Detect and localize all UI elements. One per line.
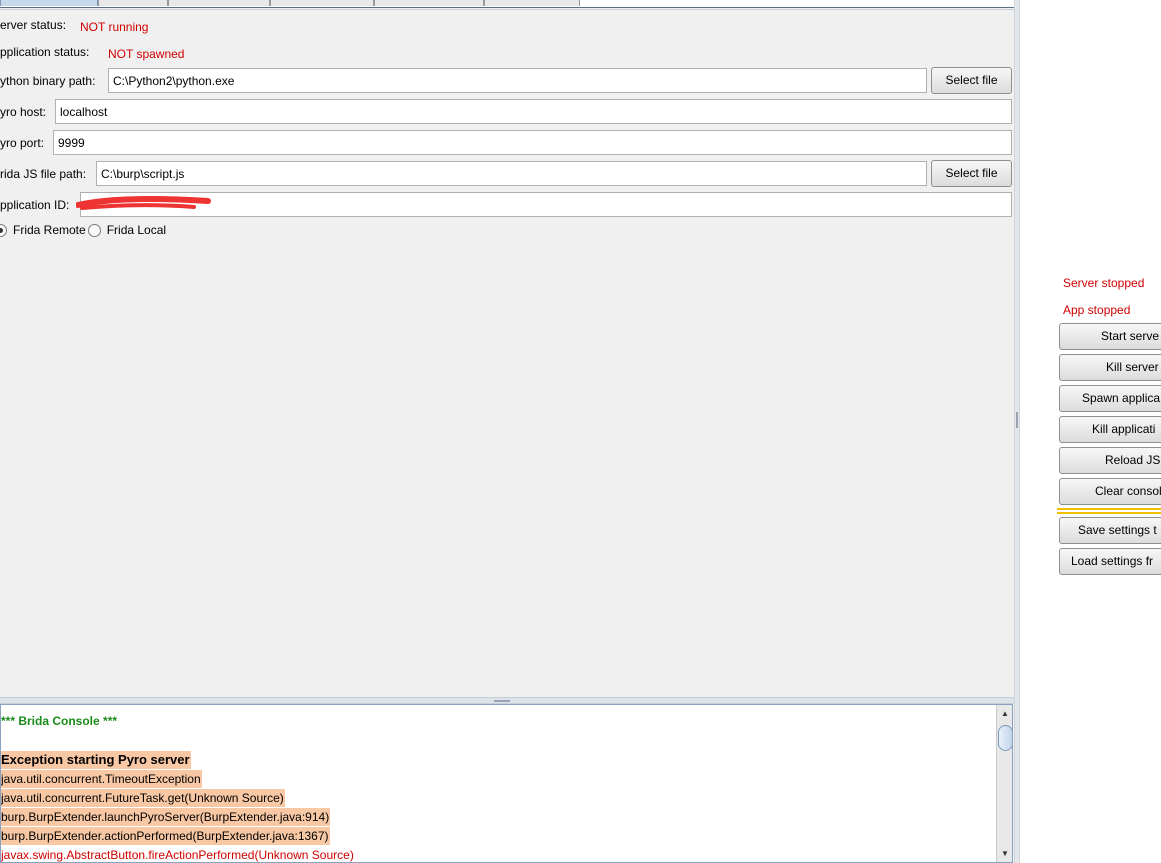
kill-server-label: Kill server — [1106, 360, 1159, 374]
frida-local-label[interactable]: Frida Local — [107, 223, 166, 237]
split-divider[interactable] — [0, 697, 1016, 704]
start-server-label: Start serve — [1101, 329, 1160, 343]
server-stopped-status: Server stopped — [1063, 276, 1145, 290]
frida-remote-label[interactable]: Frida Remote — [13, 223, 86, 237]
tab-5[interactable] — [374, 0, 484, 6]
console-line: java.util.concurrent.FutureTask.get(Unkn… — [1, 789, 285, 807]
server-status-value: NOT running — [80, 20, 149, 34]
kill-application-label: Kill applicati — [1092, 422, 1156, 436]
pyro-port-label: yro port: — [0, 136, 45, 150]
application-id-label: pplication ID: — [0, 198, 70, 212]
frida-local-radio[interactable] — [87, 223, 101, 237]
pyro-host-label: yro host: — [0, 105, 47, 119]
redaction-mark — [76, 195, 211, 210]
console-line: Exception starting Pyro server — [1, 751, 191, 769]
tab-3[interactable] — [168, 0, 270, 6]
console-title: *** Brida Console *** — [1, 714, 118, 728]
frida-js-field[interactable]: C:\burp\script.js — [96, 161, 927, 186]
separator — [1057, 508, 1161, 510]
server-status-label: erver status: — [0, 18, 67, 32]
app-stopped-status: App stopped — [1063, 303, 1131, 317]
frida-js-label: rida JS file path: — [0, 167, 87, 181]
spawn-application-button[interactable]: Spawn applica — [1059, 385, 1161, 412]
tab-underline — [0, 9, 1016, 10]
console-line: java.util.concurrent.TimeoutException — [1, 770, 202, 788]
reload-js-label: Reload JS — [1105, 453, 1161, 467]
console-line: burp.BurpExtender.launchPyroServer(BurpE… — [1, 808, 331, 826]
tab-4[interactable] — [270, 0, 374, 6]
kill-server-button[interactable]: Kill server — [1059, 354, 1161, 381]
clear-console-label: Clear consol — [1095, 484, 1161, 498]
kill-application-button[interactable]: Kill applicati — [1059, 416, 1161, 443]
tab-6[interactable] — [484, 0, 580, 6]
brida-console[interactable]: *** Brida Console *** Exception starting… — [0, 704, 1013, 863]
python-binary-label: ython binary path: — [0, 74, 96, 88]
select-python-file-button[interactable]: Select file — [931, 67, 1012, 94]
start-server-button[interactable]: Start serve — [1059, 323, 1161, 350]
clear-console-button[interactable]: Clear consol — [1059, 478, 1161, 505]
save-settings-label: Save settings t — [1078, 523, 1157, 537]
console-scrollbar[interactable]: ▲ ▼ — [996, 705, 1012, 862]
application-id-field[interactable] — [80, 192, 1012, 217]
reload-js-button[interactable]: Reload JS — [1059, 447, 1161, 474]
divider-grip — [494, 700, 510, 702]
frida-remote-radio[interactable] — [0, 223, 7, 237]
pyro-host-field[interactable]: localhost — [55, 99, 1012, 124]
separator — [1057, 512, 1161, 514]
application-status-label: pplication status: — [0, 45, 90, 59]
python-binary-field[interactable]: C:\Python2\python.exe — [108, 68, 927, 93]
scroll-down-arrow-icon[interactable]: ▼ — [997, 845, 1012, 862]
save-settings-button[interactable]: Save settings t — [1059, 517, 1161, 544]
scroll-up-arrow-icon[interactable]: ▲ — [997, 705, 1012, 722]
control-panel: Server stopped App stopped Start serve K… — [1020, 0, 1161, 863]
frida-mode-group: Frida Remote Frida Local — [0, 221, 166, 239]
spawn-application-label: Spawn applica — [1082, 391, 1161, 405]
vertical-divider-grip — [1016, 412, 1018, 428]
scroll-thumb[interactable] — [998, 725, 1012, 751]
tab-strip — [0, 0, 1016, 8]
select-js-file-button[interactable]: Select file — [931, 160, 1012, 187]
application-status-value: NOT spawned — [108, 47, 185, 61]
load-settings-label: Load settings fr — [1071, 554, 1154, 568]
tab-settings[interactable] — [0, 0, 98, 6]
pyro-port-field[interactable]: 9999 — [53, 130, 1012, 155]
tab-2[interactable] — [98, 0, 168, 6]
load-settings-button[interactable]: Load settings fr — [1059, 548, 1161, 575]
console-line: burp.BurpExtender.actionPerformed(BurpEx… — [1, 827, 330, 845]
console-line: javax.swing.AbstractButton.fireActionPer… — [1, 848, 354, 862]
